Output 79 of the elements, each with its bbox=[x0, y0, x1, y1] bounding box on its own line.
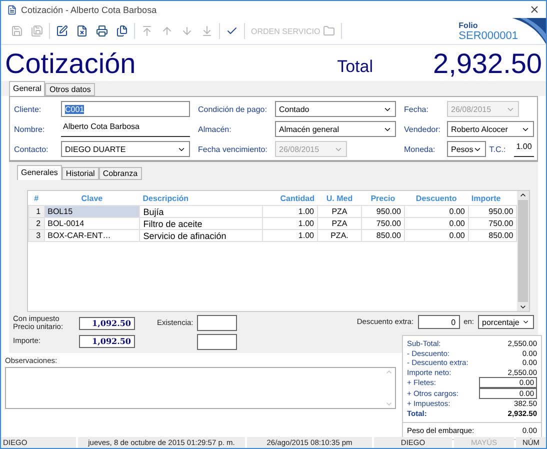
table-cell: BOX-CAR-ENT… bbox=[44, 230, 140, 242]
field-label: Vendedor: bbox=[404, 124, 442, 134]
text-field[interactable]: C001 bbox=[61, 101, 190, 117]
table-cell: 1.00 bbox=[262, 206, 318, 218]
table-cell: 3 bbox=[28, 230, 44, 242]
field-label: Nombre: bbox=[14, 124, 46, 134]
field-label: Fecha vencimiento: bbox=[198, 144, 268, 154]
dropdown[interactable]: Contado bbox=[275, 101, 396, 117]
field-label: Fecha: bbox=[404, 104, 430, 114]
tab[interactable]: Otros datos bbox=[45, 83, 95, 96]
unit-price-field[interactable]: 1,092.50 bbox=[79, 316, 135, 330]
close-icon[interactable] bbox=[529, 4, 540, 15]
dropdown[interactable]: Almacén general bbox=[275, 121, 396, 137]
folder-icon bbox=[323, 25, 336, 37]
table-cell: PZA bbox=[318, 206, 362, 218]
save-icon bbox=[11, 25, 23, 37]
table-cell: 0.00 bbox=[404, 218, 468, 230]
tab[interactable]: Historial bbox=[62, 167, 99, 180]
table-cell: BOL-0014 bbox=[44, 218, 140, 230]
field-label: Contacto: bbox=[14, 144, 50, 154]
dropdown[interactable]: DIEGO DUARTE bbox=[61, 141, 190, 157]
dropdown[interactable]: Roberto Alcocer bbox=[447, 121, 534, 137]
table-cell: PZA bbox=[318, 218, 362, 230]
table-cell: 750.00 bbox=[468, 218, 517, 230]
dropdown[interactable]: Pesos bbox=[447, 141, 486, 157]
table-cell: Bujía bbox=[140, 206, 263, 218]
table-cell: 1.00 bbox=[262, 230, 318, 242]
tab[interactable]: Generales bbox=[17, 165, 62, 180]
notes-field[interactable] bbox=[5, 367, 396, 410]
folio-number: SER000001 bbox=[458, 30, 518, 42]
page-title: Cotización bbox=[5, 47, 136, 81]
table-cell: 1 bbox=[28, 206, 44, 218]
edit-icon bbox=[56, 25, 68, 37]
table-cell: Servicio de afinación bbox=[140, 230, 263, 242]
arrow-down-icon bbox=[181, 25, 193, 37]
dropdown[interactable]: porcentaje bbox=[478, 315, 534, 329]
toolbar-button[interactable] bbox=[94, 23, 110, 39]
extra-discount-field[interactable]: 0 bbox=[418, 315, 460, 329]
table-cell: 2 bbox=[28, 218, 44, 230]
total-label: Total bbox=[337, 57, 373, 77]
table-cell: 950.00 bbox=[361, 206, 404, 218]
arrow-up-to-line-icon bbox=[141, 25, 153, 37]
text-field[interactable]: Alberto Cota Barbosa bbox=[61, 122, 190, 136]
scrollbar[interactable] bbox=[517, 191, 529, 311]
tab[interactable]: General bbox=[9, 81, 46, 96]
table-cell: 1.00 bbox=[262, 218, 318, 230]
window-title: Cotización - Alberto Cota Barbosa bbox=[21, 4, 157, 14]
toolbar-button[interactable] bbox=[114, 23, 130, 39]
tab[interactable]: Cobranza bbox=[98, 167, 142, 180]
save-all-icon bbox=[31, 25, 43, 37]
field-label: Almacén: bbox=[198, 124, 232, 134]
table-cell: 850.00 bbox=[361, 230, 404, 242]
folio-label: Folio bbox=[458, 20, 478, 30]
field-label: Moneda: bbox=[404, 144, 436, 154]
file-x-icon bbox=[76, 25, 88, 37]
amount-field[interactable]: 1,092.50 bbox=[79, 334, 135, 348]
stock-field[interactable] bbox=[197, 315, 238, 331]
arrow-up-icon bbox=[161, 25, 173, 37]
table-cell: 950.00 bbox=[468, 206, 517, 218]
table-cell: PZA. bbox=[318, 230, 362, 242]
table-cell: 750.00 bbox=[361, 218, 404, 230]
field-label: T.C.: bbox=[489, 144, 507, 154]
check-icon bbox=[226, 25, 238, 37]
text-field[interactable]: 1.00 bbox=[514, 142, 534, 156]
field-label: Cliente: bbox=[14, 104, 42, 114]
table-cell: Filtro de aceite bbox=[140, 218, 263, 230]
chevron-up-icon bbox=[519, 191, 528, 199]
table-cell: BOL15 bbox=[44, 206, 140, 218]
documents-icon bbox=[116, 25, 128, 37]
total-amount: 2,932.50 bbox=[433, 47, 542, 81]
table-cell: 0.00 bbox=[404, 230, 468, 242]
arrow-down-to-line-icon bbox=[201, 25, 213, 37]
printer-icon bbox=[96, 25, 108, 37]
document-icon bbox=[7, 4, 17, 14]
field-label: Condición de pago: bbox=[198, 104, 268, 114]
table-cell: 850.00 bbox=[468, 230, 517, 242]
toolbar-button[interactable] bbox=[54, 23, 70, 39]
table-cell: 0.00 bbox=[404, 206, 468, 218]
input-field[interactable] bbox=[197, 334, 238, 350]
